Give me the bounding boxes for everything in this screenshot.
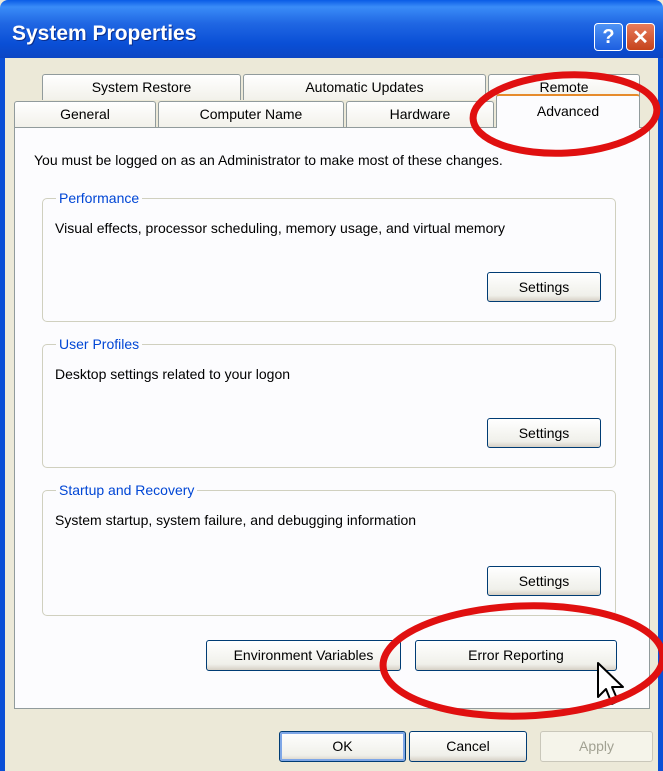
tab-hardware[interactable]: Hardware xyxy=(346,101,494,127)
cancel-button[interactable]: Cancel xyxy=(409,731,527,762)
apply-button[interactable]: Apply xyxy=(540,731,653,762)
window-frame-left xyxy=(0,58,5,771)
user-profiles-group: User Profiles Desktop settings related t… xyxy=(42,336,616,468)
startup-recovery-group-label: Startup and Recovery xyxy=(56,482,198,498)
window-frame-right xyxy=(658,58,663,771)
close-button[interactable]: ✕ xyxy=(626,23,655,51)
tab-advanced[interactable]: Advanced xyxy=(496,94,640,128)
help-button[interactable]: ? xyxy=(594,23,623,51)
error-reporting-button[interactable]: Error Reporting xyxy=(415,640,617,671)
performance-description: Visual effects, processor scheduling, me… xyxy=(55,220,506,236)
startup-recovery-settings-button[interactable]: Settings xyxy=(487,566,601,596)
user-profiles-description: Desktop settings related to your logon xyxy=(55,366,291,382)
title-bar[interactable]: System Properties ? ✕ xyxy=(0,0,663,58)
environment-variables-button[interactable]: Environment Variables xyxy=(206,640,401,671)
help-icon: ? xyxy=(602,25,615,48)
ok-button[interactable]: OK xyxy=(279,731,406,762)
performance-settings-button[interactable]: Settings xyxy=(487,272,601,302)
close-icon: ✕ xyxy=(632,26,649,49)
performance-group-label: Performance xyxy=(56,190,143,206)
tab-computer-name[interactable]: Computer Name xyxy=(158,101,344,127)
user-profiles-settings-button[interactable]: Settings xyxy=(487,418,601,448)
tab-general[interactable]: General xyxy=(14,101,156,127)
system-properties-window: System Properties ? ✕ System Restore Aut… xyxy=(0,0,663,771)
performance-group: Performance Visual effects, processor sc… xyxy=(42,190,616,322)
startup-recovery-group: Startup and Recovery System startup, sys… xyxy=(42,482,616,616)
window-title: System Properties xyxy=(12,22,197,45)
user-profiles-group-label: User Profiles xyxy=(56,336,143,352)
admin-info-text: You must be logged on as an Administrato… xyxy=(34,152,503,168)
tab-system-restore[interactable]: System Restore xyxy=(42,74,241,100)
startup-recovery-description: System startup, system failure, and debu… xyxy=(55,512,417,528)
tab-automatic-updates[interactable]: Automatic Updates xyxy=(243,74,486,100)
mouse-pointer-icon xyxy=(597,662,624,705)
